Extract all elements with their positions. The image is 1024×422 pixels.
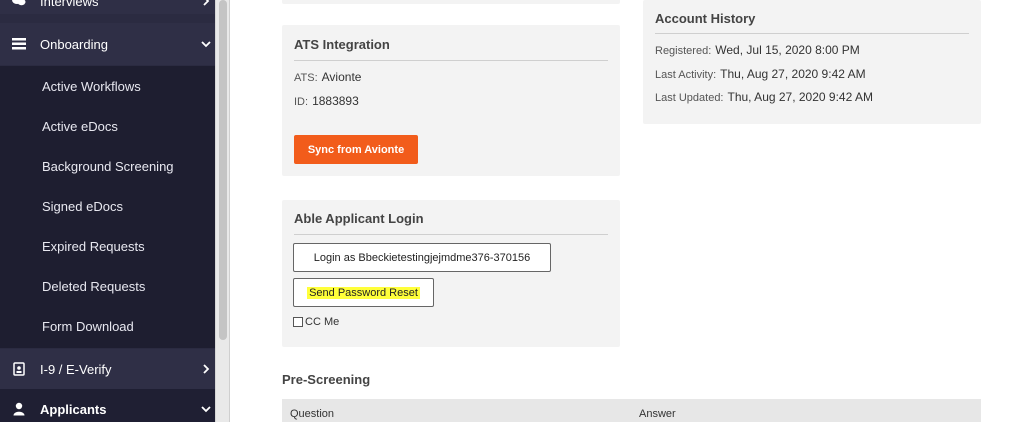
registered-value: Wed, Jul 15, 2020 8:00 PM <box>715 43 860 57</box>
id-row: ID: 1883893 <box>294 94 359 108</box>
registered-key: Registered: <box>655 45 712 57</box>
column-header-question: Question <box>290 408 335 420</box>
sidebar: Interviews Onboarding Active Workflows A… <box>0 0 215 422</box>
last-updated-key: Last Updated: <box>655 92 724 104</box>
sidebar-subitem-active-workflows[interactable]: Active Workflows <box>0 66 215 106</box>
card-top-remnant <box>282 0 620 4</box>
id-value: 1883893 <box>312 94 359 108</box>
sidebar-subitem-active-edocs[interactable]: Active eDocs <box>0 106 215 146</box>
ats-value: Avionte <box>321 70 362 84</box>
sidebar-subitem-label: Signed eDocs <box>42 199 123 214</box>
pre-screening-table-header: Question Answer <box>282 399 981 422</box>
user-icon <box>12 402 26 416</box>
sidebar-item-label: I-9 / E-Verify <box>40 361 112 377</box>
chevron-down-icon <box>201 404 211 414</box>
able-applicant-login-card: Able Applicant Login Login as Bbeckietes… <box>282 200 620 347</box>
chat-icon <box>12 0 26 8</box>
chevron-right-icon <box>201 0 211 6</box>
sidebar-item-label: Interviews <box>40 0 99 9</box>
card-title: ATS Integration <box>294 37 390 52</box>
last-updated-row: Last Updated: Thu, Aug 27, 2020 9:42 AM <box>655 90 873 104</box>
divider <box>294 234 608 235</box>
sidebar-subitem-label: Active Workflows <box>42 79 141 94</box>
sidebar-item-onboarding[interactable]: Onboarding <box>0 23 215 65</box>
sidebar-subitem-label: Background Screening <box>42 159 174 174</box>
sidebar-subitem-label: Form Download <box>42 319 134 334</box>
checkbox-box[interactable] <box>293 317 303 327</box>
column-header-answer: Answer <box>639 408 676 420</box>
chevron-right-icon <box>201 364 211 374</box>
ats-key: ATS: <box>294 72 318 84</box>
send-password-reset-label: Send Password Reset <box>307 286 420 299</box>
sidebar-subitem-deleted-requests[interactable]: Deleted Requests <box>0 266 215 306</box>
sidebar-item-i9-everify[interactable]: I-9 / E-Verify <box>0 349 215 389</box>
sidebar-item-label: Applicants <box>40 401 107 417</box>
account-history-card: Account History Registered: Wed, Jul 15, … <box>643 0 981 124</box>
scrollbar-thumb[interactable] <box>219 0 227 340</box>
badge-icon <box>12 362 26 376</box>
card-title: Able Applicant Login <box>294 211 424 226</box>
sidebar-subitem-background-screening[interactable]: Background Screening <box>0 146 215 186</box>
divider <box>294 60 608 61</box>
sidebar-subitem-label: Deleted Requests <box>42 279 146 294</box>
sidebar-subitem-expired-requests[interactable]: Expired Requests <box>0 226 215 266</box>
last-activity-row: Last Activity: Thu, Aug 27, 2020 9:42 AM <box>655 67 866 81</box>
last-activity-key: Last Activity: <box>655 69 717 81</box>
sync-from-avionte-button[interactable]: Sync from Avionte <box>294 135 418 164</box>
list-icon <box>12 37 26 51</box>
last-updated-value: Thu, Aug 27, 2020 9:42 AM <box>727 90 873 104</box>
chevron-down-icon <box>201 39 211 49</box>
cc-me-checkbox[interactable]: CC Me <box>293 316 339 328</box>
ats-integration-card: ATS Integration ATS: Avionte ID: 1883893 S… <box>282 25 620 176</box>
sidebar-subitem-signed-edocs[interactable]: Signed eDocs <box>0 186 215 226</box>
main-content: ATS Integration ATS: Avionte ID: 1883893 S… <box>230 0 1024 422</box>
card-title: Account History <box>655 11 756 26</box>
sidebar-subitem-label: Active eDocs <box>42 119 118 134</box>
ats-row: ATS: Avionte <box>294 70 361 84</box>
sidebar-item-interviews[interactable]: Interviews <box>0 0 215 14</box>
login-as-applicant-button[interactable]: Login as Bbeckietestingjejmdme376-370156 <box>293 243 551 272</box>
divider <box>655 33 969 34</box>
registered-row: Registered: Wed, Jul 15, 2020 8:00 PM <box>655 43 860 57</box>
sidebar-item-label: Onboarding <box>40 36 108 52</box>
sidebar-item-applicants[interactable]: Applicants <box>0 389 215 422</box>
sidebar-scrollbar[interactable] <box>215 0 229 422</box>
id-key: ID: <box>294 96 309 108</box>
pre-screening-title: Pre-Screening <box>282 372 371 387</box>
sidebar-subitem-form-download[interactable]: Form Download <box>0 306 215 348</box>
last-activity-value: Thu, Aug 27, 2020 9:42 AM <box>720 67 866 81</box>
cc-me-label: CC Me <box>305 316 340 328</box>
send-password-reset-button[interactable]: Send Password Reset <box>293 278 434 307</box>
sidebar-subitem-label: Expired Requests <box>42 239 145 254</box>
